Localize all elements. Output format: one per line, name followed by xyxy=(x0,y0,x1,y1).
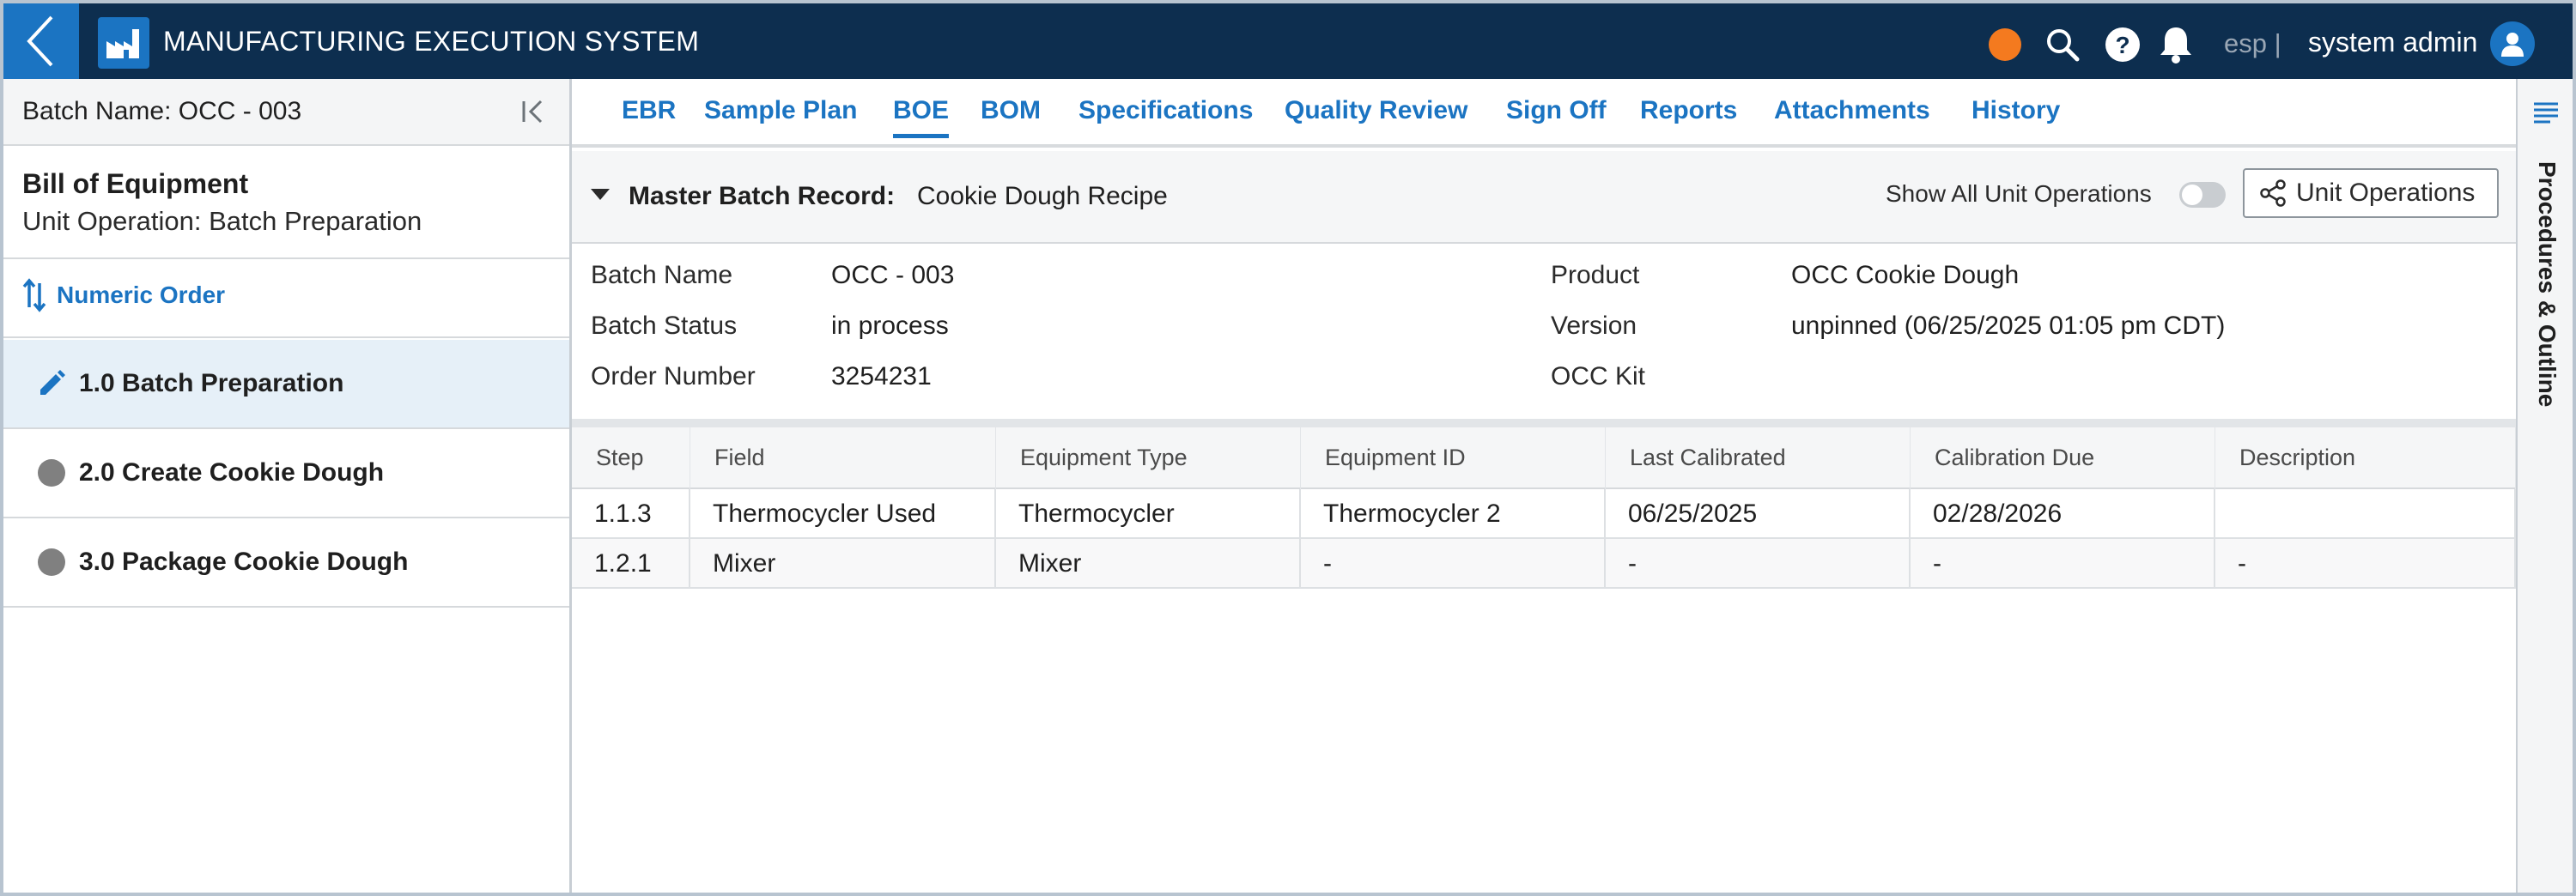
unit-operations-button[interactable]: Unit Operations xyxy=(2243,168,2499,218)
column-header-description[interactable]: Description xyxy=(2215,427,2516,489)
cell-equipment-id: Thermocycler 2 xyxy=(1301,489,1606,539)
cell-equipment-id: - xyxy=(1301,539,1606,589)
table-row[interactable]: 1.2.1 Mixer Mixer - - - - xyxy=(572,539,2516,589)
factory-icon xyxy=(98,17,149,69)
cell-step: 1.2.1 xyxy=(572,539,690,589)
back-button[interactable] xyxy=(3,3,79,79)
cell-equipment-type: Thermocycler xyxy=(996,489,1301,539)
share-icon xyxy=(2260,179,2286,207)
tab-quality-review[interactable]: Quality Review xyxy=(1285,96,1467,125)
unit-op-label: 3.0 Package Cookie Dough xyxy=(79,548,409,576)
top-header: MANUFACTURING EXECUTION SYSTEM ? esp | s… xyxy=(3,3,2573,79)
status-indicator[interactable] xyxy=(1989,28,2021,61)
product-value: OCC Cookie Dough xyxy=(1791,261,2020,289)
unit-op-label: 2.0 Create Cookie Dough xyxy=(79,458,385,487)
batch-info-panel: Batch Name OCC - 003 Batch Status in pro… xyxy=(572,245,2516,424)
batch-name-label: Batch Name: OCC - 003 xyxy=(22,97,302,125)
version-value: unpinned (06/25/2025 01:05 pm CDT) xyxy=(1791,312,2226,340)
cell-description xyxy=(2215,489,2516,539)
procedures-outline-tab[interactable]: Procedures & Outline xyxy=(2533,161,2561,407)
status-dot-icon xyxy=(36,457,67,488)
panel-title: Bill of Equipment xyxy=(22,168,249,199)
tab-bar: EBR Sample Plan BOE BOM Specifications Q… xyxy=(572,79,2516,148)
version-field-label: Version xyxy=(1551,312,1637,340)
cell-description: - xyxy=(2215,539,2516,589)
back-chevron-icon xyxy=(27,15,53,67)
cell-field: Mixer xyxy=(690,539,996,589)
batch-status-value: in process xyxy=(831,312,949,340)
main-content: EBR Sample Plan BOE BOM Specifications Q… xyxy=(572,79,2516,893)
status-dot-icon xyxy=(36,547,67,578)
unit-op-item-create-cookie-dough[interactable]: 2.0 Create Cookie Dough xyxy=(3,429,569,518)
master-batch-record-value: Cookie Dough Recipe xyxy=(917,182,1168,210)
order-number-field-label: Order Number xyxy=(591,362,756,390)
user-name[interactable]: system admin xyxy=(2308,27,2477,58)
tab-bom[interactable]: BOM xyxy=(981,96,1041,125)
tab-boe[interactable]: BOE xyxy=(893,96,950,138)
numeric-order-label: Numeric Order xyxy=(57,282,226,308)
pencil-icon xyxy=(36,368,67,399)
batch-status-field-label: Batch Status xyxy=(591,312,738,340)
help-icon[interactable]: ? xyxy=(2104,26,2142,64)
divider xyxy=(3,257,569,259)
collapse-panel-icon[interactable] xyxy=(519,96,550,127)
tab-specifications[interactable]: Specifications xyxy=(1078,96,1253,125)
cell-last-calibrated: - xyxy=(1606,539,1911,589)
cell-calibration-due: 02/28/2026 xyxy=(1911,489,2215,539)
list-icon[interactable] xyxy=(2531,98,2561,127)
app-title: MANUFACTURING EXECUTION SYSTEM xyxy=(163,26,700,57)
svg-text:?: ? xyxy=(2115,32,2129,58)
unit-op-item-batch-preparation[interactable]: 1.0 Batch Preparation xyxy=(3,340,569,429)
cell-last-calibrated: 06/25/2025 xyxy=(1606,489,1911,539)
show-all-unit-ops-label: Show All Unit Operations xyxy=(1886,180,2152,207)
user-icon[interactable] xyxy=(2490,21,2535,66)
bell-icon[interactable] xyxy=(2157,24,2195,64)
show-all-unit-ops-toggle[interactable] xyxy=(2179,182,2226,208)
kit-field-label: OCC Kit xyxy=(1551,362,1646,390)
batch-header: Batch Name: OCC - 003 xyxy=(3,79,569,146)
master-batch-record-bar: Master Batch Record: Cookie Dough Recipe… xyxy=(572,151,2516,244)
cell-equipment-type: Mixer xyxy=(996,539,1301,589)
table-row[interactable]: 1.1.3 Thermocycler Used Thermocycler The… xyxy=(572,489,2516,539)
tab-sign-off[interactable]: Sign Off xyxy=(1506,96,1607,125)
batch-name-value: OCC - 003 xyxy=(831,261,955,289)
cell-field: Thermocycler Used xyxy=(690,489,996,539)
right-rail: Procedures & Outline xyxy=(2516,79,2573,893)
tab-ebr[interactable]: EBR xyxy=(622,96,676,125)
column-header-equipment-id[interactable]: Equipment ID xyxy=(1301,427,1606,489)
caret-down-icon[interactable] xyxy=(591,189,610,200)
master-batch-record-label: Master Batch Record: xyxy=(629,182,896,210)
unit-operations-label: Unit Operations xyxy=(2296,179,2476,207)
column-header-equipment-type[interactable]: Equipment Type xyxy=(996,427,1301,489)
section-divider xyxy=(572,419,2516,427)
language-selector[interactable]: esp | xyxy=(2224,28,2281,59)
panel-subtitle: Unit Operation: Batch Preparation xyxy=(22,206,422,236)
left-panel: Batch Name: OCC - 003 Bill of Equipment … xyxy=(3,79,572,893)
tab-sample-plan[interactable]: Sample Plan xyxy=(704,96,857,125)
tab-attachments[interactable]: Attachments xyxy=(1774,96,1930,125)
cell-calibration-due: - xyxy=(1911,539,2215,589)
unit-op-item-package-cookie-dough[interactable]: 3.0 Package Cookie Dough xyxy=(3,518,569,608)
search-icon[interactable] xyxy=(2044,26,2081,64)
batch-name-field-label: Batch Name xyxy=(591,261,733,289)
cell-step: 1.1.3 xyxy=(572,489,690,539)
unit-op-label: 1.0 Batch Preparation xyxy=(79,369,344,397)
tab-history[interactable]: History xyxy=(1971,96,2060,125)
column-header-field[interactable]: Field xyxy=(690,427,996,489)
divider xyxy=(3,336,569,338)
order-number-value: 3254231 xyxy=(831,362,932,390)
sort-arrows-icon xyxy=(22,278,46,312)
table-header: Step Field Equipment Type Equipment ID L… xyxy=(572,427,2516,489)
column-header-last-calibrated[interactable]: Last Calibrated xyxy=(1606,427,1911,489)
numeric-order-sort[interactable]: Numeric Order xyxy=(22,278,225,312)
column-header-calibration-due[interactable]: Calibration Due xyxy=(1911,427,2215,489)
product-field-label: Product xyxy=(1551,261,1640,289)
tab-reports[interactable]: Reports xyxy=(1640,96,1737,125)
column-header-step[interactable]: Step xyxy=(572,427,690,489)
